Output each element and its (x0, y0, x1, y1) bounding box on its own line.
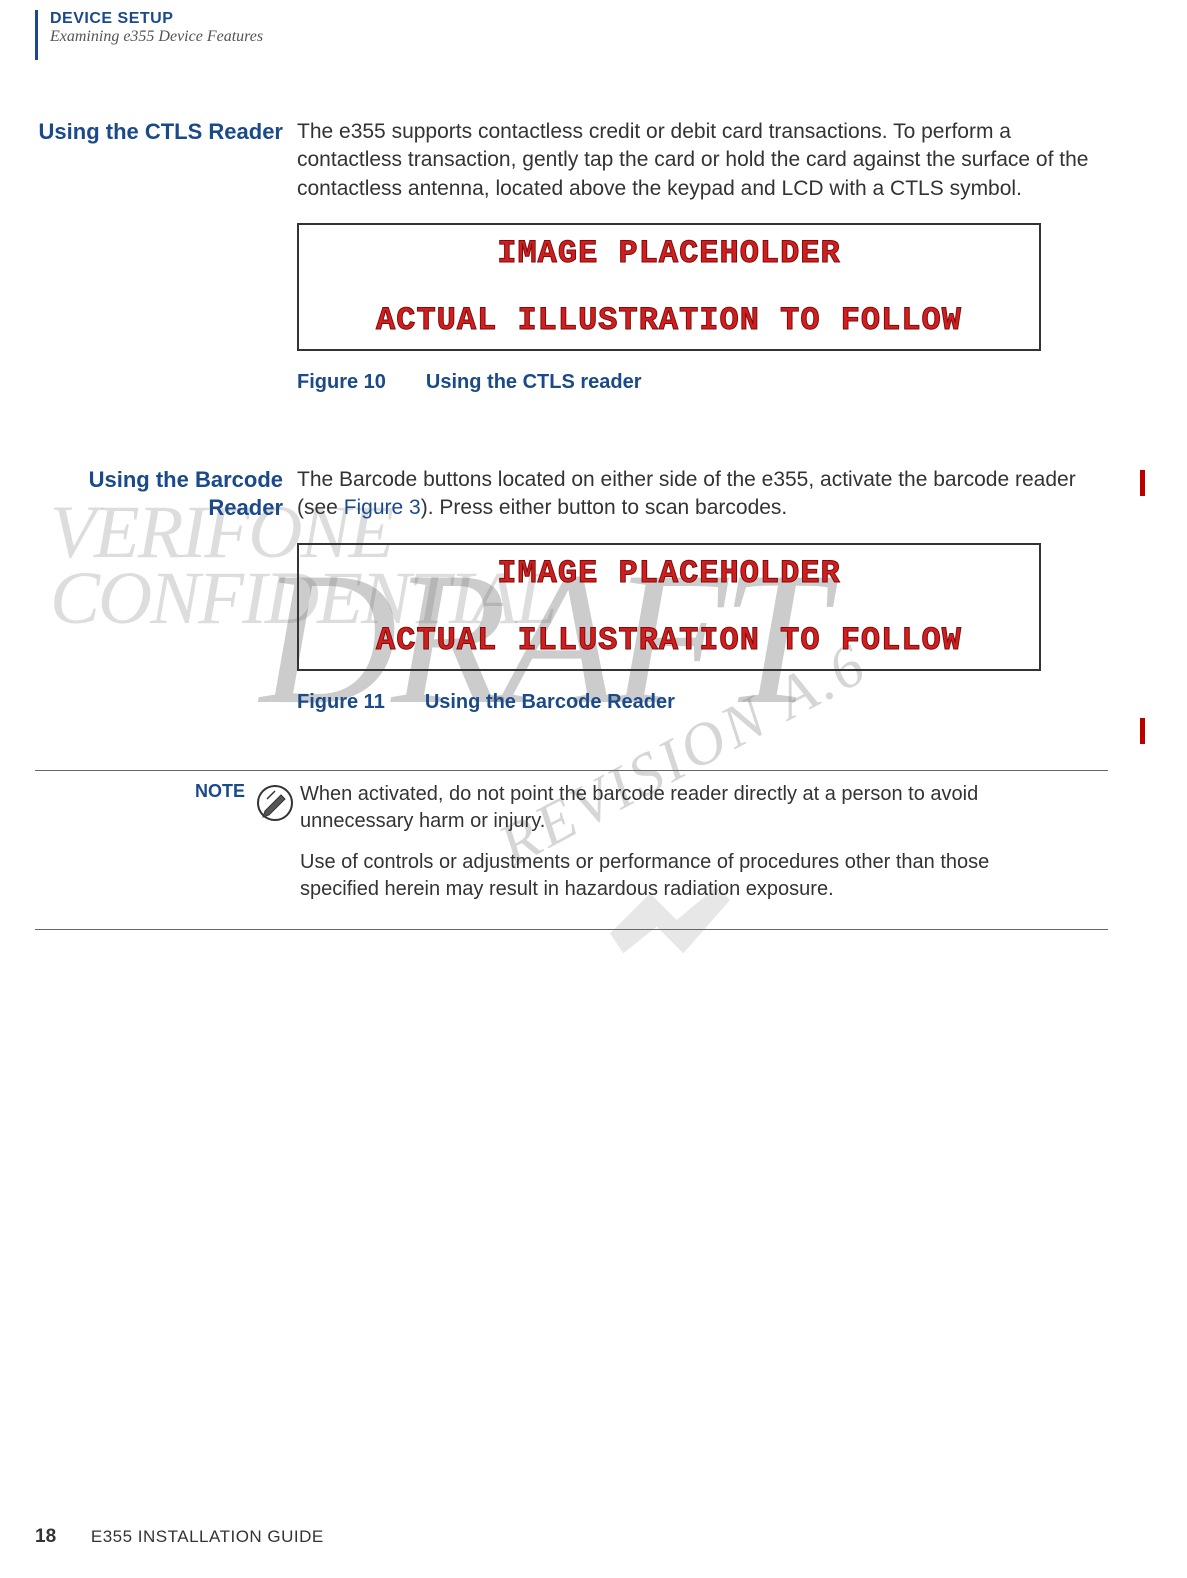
placeholder-text-line1: IMAGE PLACEHOLDER (309, 235, 1029, 272)
figure-title: Using the CTLS reader (426, 371, 642, 393)
placeholder-text-line2: ACTUAL ILLUSTRATION TO FOLLOW (309, 302, 1029, 339)
pencil-note-icon (255, 783, 295, 823)
note-paragraph-2: Use of controls or adjustments or perfor… (300, 849, 1068, 903)
chapter-title: DEVICE SETUP (50, 10, 263, 28)
page-footer: 18 E355 INSTALLATION GUIDE (35, 1526, 324, 1548)
revision-change-bar (1140, 470, 1145, 496)
note-block: NOTE When activated, do not point the ba… (35, 770, 1108, 930)
chapter-subtitle: Examining e355 Device Features (50, 28, 263, 46)
note-paragraph-1: When activated, do not point the barcode… (300, 781, 1068, 835)
placeholder-text-line2: ACTUAL ILLUSTRATION TO FOLLOW (309, 622, 1029, 659)
figure-caption-10: Figure 10 Using the CTLS reader (297, 371, 1110, 394)
section-heading-barcode: Using the Barcode Reader (35, 466, 297, 521)
section-ctls-reader: Using the CTLS Reader The e355 supports … (35, 118, 1110, 394)
figure-cross-reference[interactable]: Figure 3 (344, 496, 421, 519)
section-body-barcode-post: ). Press either button to scan barcodes. (421, 496, 788, 519)
figure-placeholder-10: IMAGE PLACEHOLDER ACTUAL ILLUSTRATION TO… (297, 223, 1041, 351)
book-title: E355 INSTALLATION GUIDE (91, 1527, 324, 1546)
figure-placeholder-11: IMAGE PLACEHOLDER ACTUAL ILLUSTRATION TO… (297, 543, 1041, 671)
note-label: NOTE (35, 781, 255, 802)
note-text: When activated, do not point the barcode… (300, 781, 1108, 917)
figure-label: Figure 11 (297, 691, 385, 713)
header-accent-bar (35, 10, 38, 60)
note-icon (255, 781, 300, 828)
section-heading-ctls: Using the CTLS Reader (35, 118, 297, 146)
revision-change-bar (1140, 718, 1145, 744)
section-body-barcode: The Barcode buttons located on either si… (297, 466, 1110, 523)
figure-label: Figure 10 (297, 371, 386, 393)
page-number: 18 (35, 1526, 56, 1547)
figure-caption-11: Figure 11 Using the Barcode Reader (297, 691, 1110, 714)
page-header: DEVICE SETUP Examining e355 Device Featu… (50, 10, 263, 46)
section-barcode-reader: Using the Barcode Reader The Barcode but… (35, 466, 1110, 714)
placeholder-text-line1: IMAGE PLACEHOLDER (309, 555, 1029, 592)
section-body-ctls: The e355 supports contactless credit or … (297, 118, 1110, 203)
figure-title: Using the Barcode Reader (425, 691, 675, 713)
